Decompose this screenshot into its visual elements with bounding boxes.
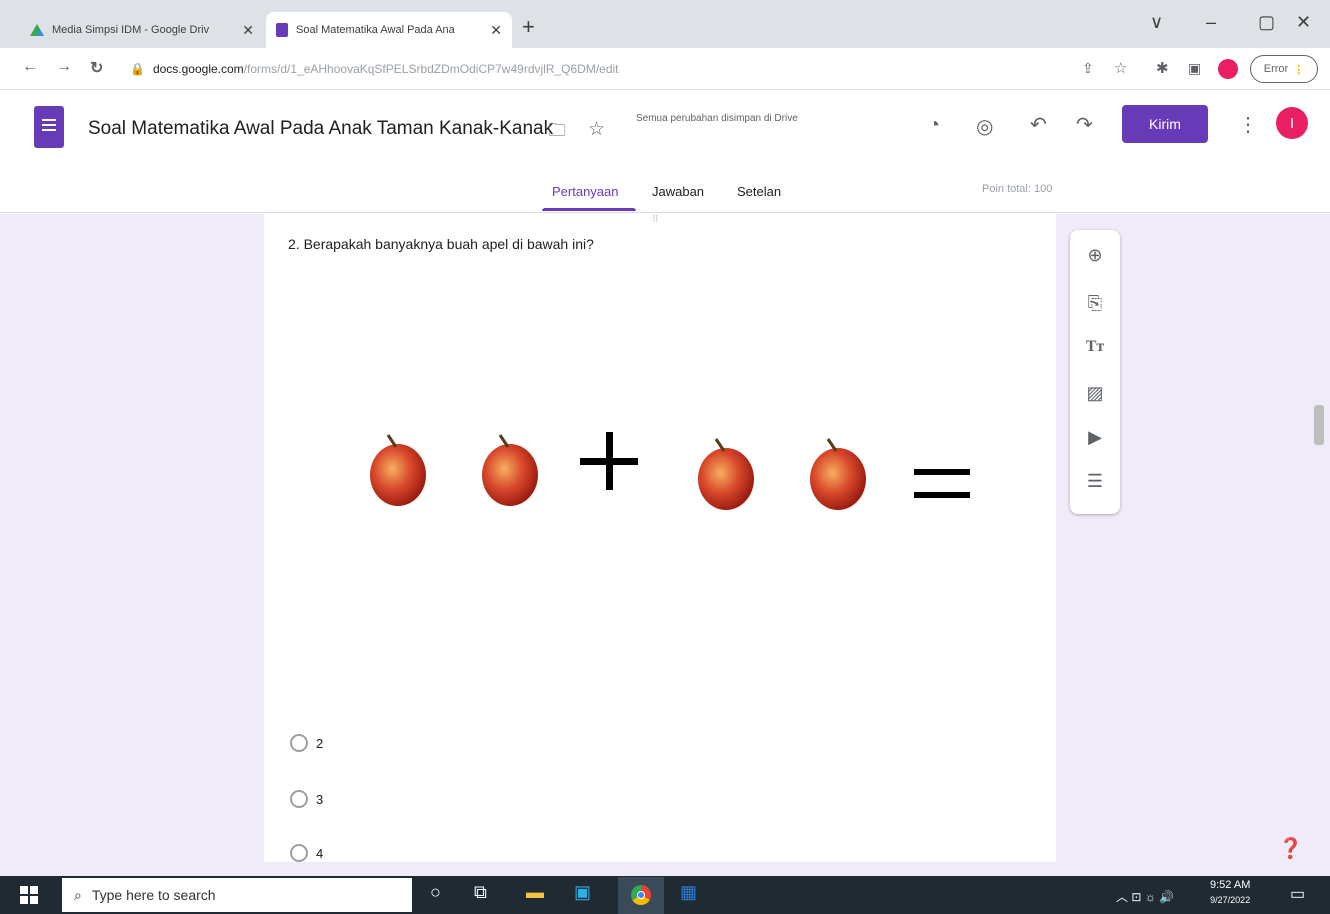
extensions-icon[interactable]: ✱ — [1156, 59, 1169, 77]
media-app-icon[interactable]: ▣ — [574, 882, 591, 903]
radio-button[interactable] — [290, 790, 308, 808]
tab-search-icon[interactable]: ∨ — [1150, 12, 1163, 33]
forward-icon[interactable]: → — [56, 58, 72, 76]
scrollbar-thumb[interactable] — [1314, 405, 1324, 445]
add-section-icon[interactable]: ☰ — [1082, 468, 1108, 494]
tab-label: Soal Matematika Awal Pada Ana — [296, 24, 455, 36]
form-title[interactable]: Soal Matematika Awal Pada Anak Taman Kan… — [88, 118, 553, 140]
share-icon[interactable]: ⇪ — [1082, 60, 1094, 77]
search-placeholder: Type here to search — [91, 887, 216, 903]
file-explorer-icon[interactable]: ▬ — [526, 882, 544, 903]
error-label: Error — [1263, 63, 1289, 75]
question-title[interactable]: 2. Berapakah banyaknya buah apel di bawa… — [288, 236, 594, 252]
url-path: /forms/d/1_eAHhoovaKqSfPELSrbdZDmOdiCP7w… — [243, 62, 619, 76]
active-tab-indicator — [542, 208, 636, 211]
word-icon[interactable]: ▦ — [680, 882, 697, 903]
option-label: 3 — [316, 791, 324, 807]
windows-start-icon[interactable] — [20, 886, 38, 904]
add-title-icon[interactable]: Tт — [1082, 334, 1108, 360]
tab-label: Media Simpsi IDM - Google Driv — [52, 24, 210, 36]
taskbar-search[interactable]: ⌕ Type here to search — [62, 878, 412, 912]
lock-icon: 🔒 — [130, 62, 145, 76]
chrome-icon — [631, 885, 651, 905]
option-label: 4 — [316, 845, 324, 861]
question-image — [370, 432, 970, 510]
preview-eye-icon[interactable]: ◎ — [976, 114, 993, 139]
url-domain: docs.google.com — [152, 62, 244, 76]
taskbar-clock[interactable]: 9:52 AM 9/27/2022 — [1210, 878, 1250, 908]
browser-tab-drive[interactable]: Media Simpsi IDM - Google Driv ✕ — [20, 12, 264, 48]
profile-icon[interactable] — [1218, 59, 1238, 79]
more-vert-icon: ⋮ — [1293, 63, 1305, 76]
system-tray-icons[interactable]: ︿ ⊡ ☼ 🔊 — [1116, 888, 1174, 905]
drag-handle-icon[interactable]: ⠿ — [652, 214, 659, 225]
question-card[interactable] — [264, 214, 1056, 862]
option-1[interactable]: 2 — [290, 734, 323, 752]
tab-jawaban[interactable]: Jawaban — [652, 184, 704, 199]
chrome-taskbar-icon[interactable] — [618, 877, 664, 914]
error-button[interactable]: Error ⋮ — [1250, 55, 1318, 83]
option-3[interactable]: 4 — [290, 844, 323, 862]
undo-icon[interactable]: ↶ — [1030, 112, 1047, 137]
palette-icon[interactable]: ◔ — [928, 114, 940, 137]
apple-icon — [370, 434, 426, 506]
add-question-icon[interactable]: ⊕ — [1082, 242, 1108, 268]
minimize-button[interactable]: – — [1206, 12, 1216, 33]
close-window-button[interactable]: ✕ — [1296, 12, 1311, 33]
clock-time: 9:52 AM — [1210, 879, 1251, 891]
clock-date: 9/27/2022 — [1210, 895, 1251, 905]
tab-pertanyaan[interactable]: Pertanyaan — [552, 184, 619, 199]
close-icon[interactable]: ✕ — [242, 22, 254, 39]
apple-icon — [698, 438, 754, 510]
browser-tab-forms[interactable]: Soal Matematika Awal Pada Ana ✕ — [266, 12, 512, 48]
sidepanel-icon[interactable]: ▣ — [1188, 60, 1201, 77]
folder-icon[interactable]: 🗀 — [548, 118, 566, 148]
back-icon[interactable]: ← — [22, 58, 38, 76]
star-icon[interactable]: ☆ — [588, 118, 605, 141]
cortana-icon[interactable]: ○ — [430, 882, 441, 903]
search-icon: ⌕ — [74, 886, 82, 903]
radio-button[interactable] — [290, 844, 308, 862]
drive-icon — [30, 24, 44, 36]
option-label: 2 — [316, 735, 324, 751]
redo-icon[interactable]: ↷ — [1076, 112, 1093, 137]
add-video-icon[interactable]: ▶ — [1082, 424, 1108, 450]
tab-setelan[interactable]: Setelan — [737, 184, 781, 199]
close-icon[interactable]: ✕ — [490, 22, 502, 39]
more-vert-icon[interactable]: ⋮ — [1238, 112, 1258, 137]
forms-icon — [276, 23, 288, 37]
new-tab-button[interactable]: + — [522, 14, 535, 40]
maximize-button[interactable]: ▢ — [1258, 12, 1275, 33]
plus-sign-icon — [580, 432, 638, 490]
points-total: Poin total: 100 — [982, 183, 1053, 195]
reload-icon[interactable]: ↻ — [90, 58, 103, 78]
task-view-icon[interactable]: ⧉ — [474, 882, 487, 903]
address-bar[interactable]: 🔒 docs.google.com /forms/d/1_eAHhoovaKqS… — [130, 55, 1060, 83]
add-image-icon[interactable]: ▨ — [1082, 380, 1108, 406]
star-icon[interactable]: ☆ — [1114, 59, 1127, 77]
send-button[interactable]: Kirim — [1122, 105, 1208, 143]
forms-logo-icon[interactable] — [34, 106, 64, 148]
notifications-icon[interactable]: ▭ — [1290, 884, 1305, 904]
equals-sign-icon — [914, 469, 970, 498]
save-status: Semua perubahan disimpan di Drive — [636, 113, 798, 124]
apple-icon — [482, 434, 538, 506]
import-questions-icon[interactable]: ⎘ — [1082, 290, 1108, 316]
avatar[interactable]: I — [1276, 107, 1308, 139]
radio-button[interactable] — [290, 734, 308, 752]
apple-icon — [810, 438, 866, 510]
option-2[interactable]: 3 — [290, 790, 323, 808]
help-icon[interactable]: ❓ — [1278, 836, 1303, 861]
